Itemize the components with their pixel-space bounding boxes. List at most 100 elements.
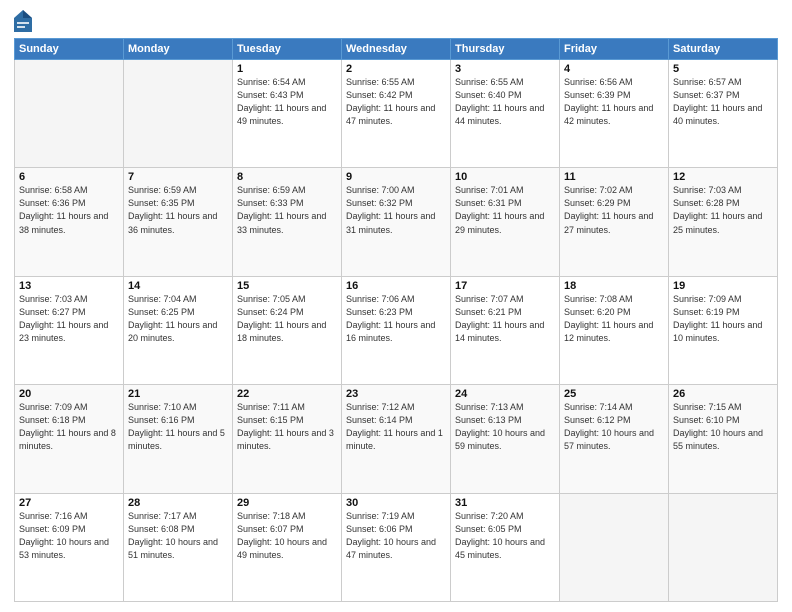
calendar-cell bbox=[15, 60, 124, 168]
day-number: 11 bbox=[564, 171, 664, 183]
logo bbox=[14, 10, 34, 32]
day-info: Sunrise: 7:15 AMSunset: 6:10 PMDaylight:… bbox=[673, 401, 773, 453]
calendar-header-row: SundayMondayTuesdayWednesdayThursdayFrid… bbox=[15, 39, 778, 60]
day-number: 9 bbox=[346, 171, 446, 183]
calendar-week-row: 27Sunrise: 7:16 AMSunset: 6:09 PMDayligh… bbox=[15, 493, 778, 601]
day-number: 4 bbox=[564, 63, 664, 75]
day-info: Sunrise: 7:19 AMSunset: 6:06 PMDaylight:… bbox=[346, 510, 446, 562]
day-info: Sunrise: 7:03 AMSunset: 6:28 PMDaylight:… bbox=[673, 184, 773, 236]
calendar: SundayMondayTuesdayWednesdayThursdayFrid… bbox=[14, 38, 778, 602]
day-number: 5 bbox=[673, 63, 773, 75]
calendar-cell: 24Sunrise: 7:13 AMSunset: 6:13 PMDayligh… bbox=[451, 385, 560, 493]
calendar-cell: 18Sunrise: 7:08 AMSunset: 6:20 PMDayligh… bbox=[560, 276, 669, 384]
calendar-cell: 5Sunrise: 6:57 AMSunset: 6:37 PMDaylight… bbox=[669, 60, 778, 168]
calendar-cell: 6Sunrise: 6:58 AMSunset: 6:36 PMDaylight… bbox=[15, 168, 124, 276]
day-number: 27 bbox=[19, 497, 119, 509]
calendar-cell: 30Sunrise: 7:19 AMSunset: 6:06 PMDayligh… bbox=[342, 493, 451, 601]
day-number: 24 bbox=[455, 388, 555, 400]
day-info: Sunrise: 7:14 AMSunset: 6:12 PMDaylight:… bbox=[564, 401, 664, 453]
day-info: Sunrise: 6:58 AMSunset: 6:36 PMDaylight:… bbox=[19, 184, 119, 236]
day-info: Sunrise: 7:01 AMSunset: 6:31 PMDaylight:… bbox=[455, 184, 555, 236]
day-number: 25 bbox=[564, 388, 664, 400]
day-info: Sunrise: 7:05 AMSunset: 6:24 PMDaylight:… bbox=[237, 293, 337, 345]
day-info: Sunrise: 7:17 AMSunset: 6:08 PMDaylight:… bbox=[128, 510, 228, 562]
day-number: 15 bbox=[237, 280, 337, 292]
day-info: Sunrise: 7:00 AMSunset: 6:32 PMDaylight:… bbox=[346, 184, 446, 236]
day-info: Sunrise: 7:04 AMSunset: 6:25 PMDaylight:… bbox=[128, 293, 228, 345]
calendar-cell: 10Sunrise: 7:01 AMSunset: 6:31 PMDayligh… bbox=[451, 168, 560, 276]
calendar-cell: 22Sunrise: 7:11 AMSunset: 6:15 PMDayligh… bbox=[233, 385, 342, 493]
day-number: 7 bbox=[128, 171, 228, 183]
day-info: Sunrise: 7:08 AMSunset: 6:20 PMDaylight:… bbox=[564, 293, 664, 345]
day-info: Sunrise: 7:13 AMSunset: 6:13 PMDaylight:… bbox=[455, 401, 555, 453]
day-number: 14 bbox=[128, 280, 228, 292]
day-number: 31 bbox=[455, 497, 555, 509]
calendar-cell: 27Sunrise: 7:16 AMSunset: 6:09 PMDayligh… bbox=[15, 493, 124, 601]
day-number: 3 bbox=[455, 63, 555, 75]
calendar-cell: 3Sunrise: 6:55 AMSunset: 6:40 PMDaylight… bbox=[451, 60, 560, 168]
calendar-cell: 16Sunrise: 7:06 AMSunset: 6:23 PMDayligh… bbox=[342, 276, 451, 384]
day-number: 1 bbox=[237, 63, 337, 75]
day-info: Sunrise: 7:09 AMSunset: 6:18 PMDaylight:… bbox=[19, 401, 119, 453]
day-info: Sunrise: 6:55 AMSunset: 6:40 PMDaylight:… bbox=[455, 76, 555, 128]
day-info: Sunrise: 6:59 AMSunset: 6:33 PMDaylight:… bbox=[237, 184, 337, 236]
calendar-cell: 13Sunrise: 7:03 AMSunset: 6:27 PMDayligh… bbox=[15, 276, 124, 384]
day-number: 21 bbox=[128, 388, 228, 400]
calendar-cell: 11Sunrise: 7:02 AMSunset: 6:29 PMDayligh… bbox=[560, 168, 669, 276]
calendar-cell: 14Sunrise: 7:04 AMSunset: 6:25 PMDayligh… bbox=[124, 276, 233, 384]
logo-icon bbox=[14, 10, 32, 32]
calendar-cell: 2Sunrise: 6:55 AMSunset: 6:42 PMDaylight… bbox=[342, 60, 451, 168]
day-number: 28 bbox=[128, 497, 228, 509]
day-info: Sunrise: 7:11 AMSunset: 6:15 PMDaylight:… bbox=[237, 401, 337, 453]
day-info: Sunrise: 6:57 AMSunset: 6:37 PMDaylight:… bbox=[673, 76, 773, 128]
calendar-header-sunday: Sunday bbox=[15, 39, 124, 60]
calendar-week-row: 1Sunrise: 6:54 AMSunset: 6:43 PMDaylight… bbox=[15, 60, 778, 168]
calendar-cell: 23Sunrise: 7:12 AMSunset: 6:14 PMDayligh… bbox=[342, 385, 451, 493]
day-info: Sunrise: 6:54 AMSunset: 6:43 PMDaylight:… bbox=[237, 76, 337, 128]
day-number: 16 bbox=[346, 280, 446, 292]
calendar-cell: 7Sunrise: 6:59 AMSunset: 6:35 PMDaylight… bbox=[124, 168, 233, 276]
day-number: 10 bbox=[455, 171, 555, 183]
calendar-cell: 28Sunrise: 7:17 AMSunset: 6:08 PMDayligh… bbox=[124, 493, 233, 601]
day-info: Sunrise: 7:07 AMSunset: 6:21 PMDaylight:… bbox=[455, 293, 555, 345]
day-info: Sunrise: 6:56 AMSunset: 6:39 PMDaylight:… bbox=[564, 76, 664, 128]
calendar-cell: 26Sunrise: 7:15 AMSunset: 6:10 PMDayligh… bbox=[669, 385, 778, 493]
calendar-cell: 20Sunrise: 7:09 AMSunset: 6:18 PMDayligh… bbox=[15, 385, 124, 493]
calendar-cell: 17Sunrise: 7:07 AMSunset: 6:21 PMDayligh… bbox=[451, 276, 560, 384]
calendar-cell: 25Sunrise: 7:14 AMSunset: 6:12 PMDayligh… bbox=[560, 385, 669, 493]
day-info: Sunrise: 7:03 AMSunset: 6:27 PMDaylight:… bbox=[19, 293, 119, 345]
calendar-cell bbox=[560, 493, 669, 601]
calendar-header-monday: Monday bbox=[124, 39, 233, 60]
calendar-header-wednesday: Wednesday bbox=[342, 39, 451, 60]
day-info: Sunrise: 7:16 AMSunset: 6:09 PMDaylight:… bbox=[19, 510, 119, 562]
calendar-header-thursday: Thursday bbox=[451, 39, 560, 60]
calendar-header-saturday: Saturday bbox=[669, 39, 778, 60]
day-info: Sunrise: 7:06 AMSunset: 6:23 PMDaylight:… bbox=[346, 293, 446, 345]
day-number: 26 bbox=[673, 388, 773, 400]
day-number: 8 bbox=[237, 171, 337, 183]
day-number: 12 bbox=[673, 171, 773, 183]
calendar-cell bbox=[124, 60, 233, 168]
day-number: 23 bbox=[346, 388, 446, 400]
calendar-cell bbox=[669, 493, 778, 601]
day-info: Sunrise: 7:02 AMSunset: 6:29 PMDaylight:… bbox=[564, 184, 664, 236]
header bbox=[14, 10, 778, 32]
day-info: Sunrise: 7:12 AMSunset: 6:14 PMDaylight:… bbox=[346, 401, 446, 453]
calendar-cell: 9Sunrise: 7:00 AMSunset: 6:32 PMDaylight… bbox=[342, 168, 451, 276]
calendar-week-row: 6Sunrise: 6:58 AMSunset: 6:36 PMDaylight… bbox=[15, 168, 778, 276]
calendar-header-friday: Friday bbox=[560, 39, 669, 60]
calendar-cell: 1Sunrise: 6:54 AMSunset: 6:43 PMDaylight… bbox=[233, 60, 342, 168]
day-info: Sunrise: 7:18 AMSunset: 6:07 PMDaylight:… bbox=[237, 510, 337, 562]
calendar-week-row: 20Sunrise: 7:09 AMSunset: 6:18 PMDayligh… bbox=[15, 385, 778, 493]
day-info: Sunrise: 7:10 AMSunset: 6:16 PMDaylight:… bbox=[128, 401, 228, 453]
day-info: Sunrise: 6:59 AMSunset: 6:35 PMDaylight:… bbox=[128, 184, 228, 236]
day-number: 6 bbox=[19, 171, 119, 183]
day-number: 13 bbox=[19, 280, 119, 292]
calendar-cell: 31Sunrise: 7:20 AMSunset: 6:05 PMDayligh… bbox=[451, 493, 560, 601]
day-number: 17 bbox=[455, 280, 555, 292]
calendar-cell: 4Sunrise: 6:56 AMSunset: 6:39 PMDaylight… bbox=[560, 60, 669, 168]
calendar-week-row: 13Sunrise: 7:03 AMSunset: 6:27 PMDayligh… bbox=[15, 276, 778, 384]
day-number: 30 bbox=[346, 497, 446, 509]
day-info: Sunrise: 7:20 AMSunset: 6:05 PMDaylight:… bbox=[455, 510, 555, 562]
calendar-cell: 19Sunrise: 7:09 AMSunset: 6:19 PMDayligh… bbox=[669, 276, 778, 384]
